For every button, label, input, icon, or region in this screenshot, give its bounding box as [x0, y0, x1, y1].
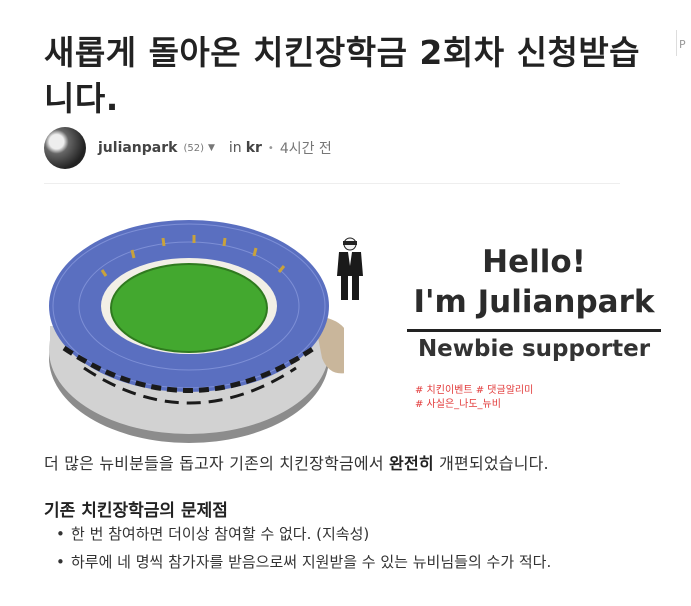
avatar[interactable]: [44, 127, 86, 169]
category-link[interactable]: kr: [246, 140, 262, 156]
post-timestamp: 4시간 전: [279, 141, 332, 157]
list-item: • 한 번 참여하면 더이상 참여할 수 없다. (지속성): [44, 521, 624, 547]
banner-greeting-line1: Hello!: [482, 244, 586, 280]
list-item: • 하루에 네 명씩 참가자를 받음으로써 지원받을 수 있는 뉴비님들의 수가 …: [44, 549, 624, 575]
intro-paragraph: 더 많은 뉴비분들을 돕고자 기존의 치킨장학금에서 완전히 개편되었습니다.: [44, 450, 549, 474]
author-link[interactable]: julianpark: [98, 140, 177, 156]
author-dropdown-icon[interactable]: ▼: [208, 143, 215, 153]
bullet-icon: •: [56, 553, 65, 571]
suited-man-figure: [337, 237, 363, 300]
reputation-badge: (52): [183, 142, 204, 154]
post-meta: julianpark (52) ▼ in kr • 4시간 전: [44, 126, 332, 170]
post-title: 새롭게 돌아온 치킨장학금 2회차 신청받습니다.: [44, 33, 641, 118]
banner-rule: [407, 329, 661, 332]
banner-greeting: Hello! I'm Julianpark: [409, 242, 659, 322]
intro-text-end: 개편되었습니다.: [433, 454, 549, 473]
side-panel-tab-label: P: [679, 38, 686, 51]
post-banner-image: Hello! I'm Julianpark Newbie supporter #…: [44, 198, 661, 450]
list-item-text: 한 번 참여하면 더이상 참여할 수 없다. (지속성): [71, 525, 370, 543]
meta-separator: •: [267, 142, 274, 154]
banner-subtitle: Newbie supporter: [417, 336, 651, 362]
banner-greeting-line2: I'm Julianpark: [413, 284, 655, 320]
banner-hashtag-line2: # 사실은_나도_뉴비: [415, 399, 501, 410]
intro-text-start: 더 많은 뉴비분들을 돕고자 기존의 치킨장학금에서: [44, 454, 390, 473]
problem-list: • 한 번 참여하면 더이상 참여할 수 없다. (지속성) • 하루에 네 명씩 …: [44, 521, 624, 577]
header-divider: [44, 183, 620, 184]
bullet-icon: •: [56, 525, 65, 543]
section-heading: 기존 치킨장학금의 문제점: [44, 501, 228, 521]
stadium-illustration: [49, 220, 344, 443]
banner-hashtags: # 치킨이벤트 # 댓글알리미 # 사실은_나도_뉴비: [415, 384, 533, 412]
banner-hashtag-line1: # 치킨이벤트 # 댓글알리미: [415, 385, 534, 396]
side-panel-tab[interactable]: P: [676, 30, 691, 56]
intro-emphasis: 완전히: [389, 454, 434, 473]
list-item-text: 하루에 네 명씩 참가자를 받음으로써 지원받을 수 있는 뉴비님들의 수가 적…: [71, 553, 552, 571]
in-label: in: [228, 140, 242, 156]
